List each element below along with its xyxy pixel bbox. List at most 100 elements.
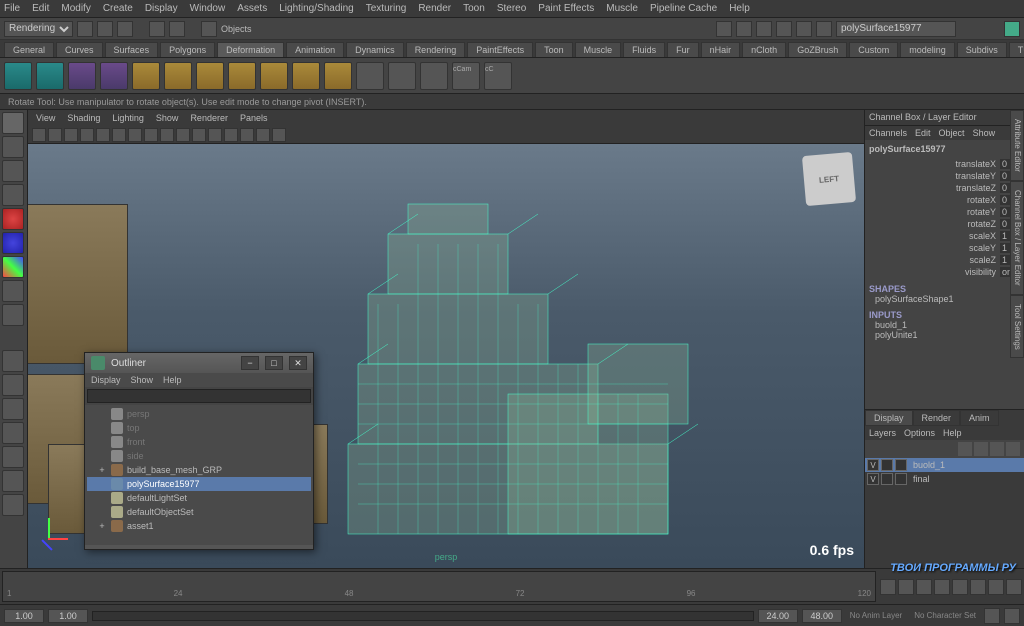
layer-new-selected-icon[interactable] [1006,442,1020,456]
anim-start-input[interactable] [4,609,44,623]
vp-menu-panels[interactable]: Panels [240,113,268,123]
prev-key-icon[interactable] [916,579,932,595]
manipulator-tool-icon[interactable] [2,256,24,278]
channels-menu[interactable]: Channels [869,128,907,138]
shelf-tab-nhair[interactable]: nHair [701,42,741,57]
channel-attr-scaleY[interactable]: scaleY1 [869,242,1020,254]
channel-attr-scaleZ[interactable]: scaleZ1 [869,254,1020,266]
outliner-titlebar[interactable]: Outliner − □ ✕ [85,353,313,373]
menu-assets[interactable]: Assets [237,3,267,14]
outliner-item-defaultObjectSet[interactable]: defaultObjectSet [87,505,311,519]
shelf-tab-fluids[interactable]: Fluids [623,42,665,57]
shelf-squash-icon[interactable] [260,62,288,90]
rotate-tool-icon[interactable] [2,208,24,230]
layout-four-icon[interactable] [2,374,24,396]
channel-attr-translateZ[interactable]: translateZ0 [869,182,1020,194]
shelf-tab-subdivs[interactable]: Subdivs [957,42,1007,57]
outliner-item-top[interactable]: top [87,421,311,435]
channel-attr-translateY[interactable]: translateY0 [869,170,1020,182]
vp-image-plane-icon[interactable] [80,128,94,142]
outliner-item-persp[interactable]: persp [87,407,311,421]
minimize-icon[interactable]: − [241,356,259,370]
menu-painteffects[interactable]: Paint Effects [538,3,594,14]
layout-persp-icon[interactable] [2,398,24,420]
open-scene-icon[interactable] [97,21,113,37]
render-icon[interactable] [776,21,792,37]
layer-tab-anim[interactable]: Anim [960,410,999,426]
autokey-icon[interactable] [984,608,1000,624]
channel-object-name[interactable]: polySurface15977 [869,144,1020,154]
vp-shadows-icon[interactable] [240,128,254,142]
shelf-tab-turtle[interactable]: TURTLE [1009,42,1024,57]
anim-layer-label[interactable]: No Anim Layer [846,611,906,620]
shelf-tab-custom[interactable]: Custom [849,42,898,57]
shelf-sine-icon[interactable] [228,62,256,90]
shelf-lattice-icon[interactable] [4,62,32,90]
shelf-flare-icon[interactable] [196,62,224,90]
vp-wireframe-icon[interactable] [176,128,190,142]
snap-point-icon[interactable] [756,21,772,37]
layout-hypergraph-icon[interactable] [2,446,24,468]
object-name-input[interactable] [836,21,956,37]
sidebar-toggle-icon[interactable] [1004,21,1020,37]
fast-fwd-icon[interactable] [1006,579,1022,595]
maximize-icon[interactable]: □ [265,356,283,370]
outliner-item-polySurface15977[interactable]: polySurface15977 [87,477,311,491]
menu-create[interactable]: Create [103,3,133,14]
redo-icon[interactable] [169,21,185,37]
shelf-wrap-icon[interactable] [36,62,64,90]
vp-isolate-icon[interactable] [256,128,270,142]
render-settings-icon[interactable] [816,21,832,37]
lasso-tool-icon[interactable] [2,136,24,158]
layer-tab-render[interactable]: Render [913,410,961,426]
channel-attr-rotateZ[interactable]: rotateZ0 [869,218,1020,230]
menu-toon[interactable]: Toon [463,3,485,14]
viewcube[interactable]: LEFT [802,152,856,206]
vp-grid-icon[interactable] [96,128,110,142]
shelf-tab-modeling[interactable]: modeling [900,42,955,57]
vp-menu-show[interactable]: Show [156,113,179,123]
snap-grid-icon[interactable] [716,21,732,37]
shelf-tab-ncloth[interactable]: nCloth [742,42,786,57]
vp-res-gate-icon[interactable] [128,128,142,142]
outliner-help-menu[interactable]: Help [163,375,182,385]
save-scene-icon[interactable] [117,21,133,37]
shelf-wire-icon[interactable] [420,62,448,90]
edit-menu[interactable]: Edit [915,128,931,138]
show-manip-icon[interactable] [2,304,24,326]
layer-row-buold_1[interactable]: Vbuold_1 [865,458,1024,472]
vp-xray-icon[interactable] [272,128,286,142]
outliner-item-build_base_mesh_GRP[interactable]: +build_base_mesh_GRP [87,463,311,477]
menu-muscle[interactable]: Muscle [606,3,638,14]
outliner-item-defaultLightSet[interactable]: defaultLightSet [87,491,311,505]
layer-move-down-icon[interactable] [974,442,988,456]
step-fwd-icon[interactable] [988,579,1004,595]
module-dropdown[interactable]: Rendering [4,21,73,37]
channel-attr-rotateY[interactable]: rotateY0 [869,206,1020,218]
shelf-tab-dynamics[interactable]: Dynamics [346,42,404,57]
shelf-twist-icon[interactable] [292,62,320,90]
outliner-window[interactable]: Outliner − □ ✕ Display Show Help perspto… [84,352,314,550]
shelf-jiggle-icon[interactable] [388,62,416,90]
shelf-blend-icon[interactable] [100,62,128,90]
rewind-icon[interactable] [880,579,896,595]
vp-bookmark-icon[interactable] [64,128,78,142]
shelf-bend-icon[interactable] [164,62,192,90]
snap-curve-icon[interactable] [736,21,752,37]
menu-modify[interactable]: Modify [61,3,90,14]
move-tool-icon[interactable] [2,184,24,206]
play-back-icon[interactable] [934,579,950,595]
outliner-tree[interactable]: persptopfrontside+build_base_mesh_GRPpol… [85,405,313,545]
shelf-tab-fur[interactable]: Fur [667,42,699,57]
menu-window[interactable]: Window [190,3,226,14]
next-key-icon[interactable] [970,579,986,595]
input-node-1[interactable]: polyUnite1 [869,330,1020,340]
vp-select-camera-icon[interactable] [32,128,46,142]
shelf-tab-polygons[interactable]: Polygons [160,42,215,57]
layer-move-up-icon[interactable] [958,442,972,456]
layout-single-icon[interactable] [2,350,24,372]
play-forward-icon[interactable] [952,579,968,595]
shelf-wave-icon[interactable] [324,62,352,90]
prefs-icon[interactable] [1004,608,1020,624]
vp-film-gate-icon[interactable] [112,128,126,142]
